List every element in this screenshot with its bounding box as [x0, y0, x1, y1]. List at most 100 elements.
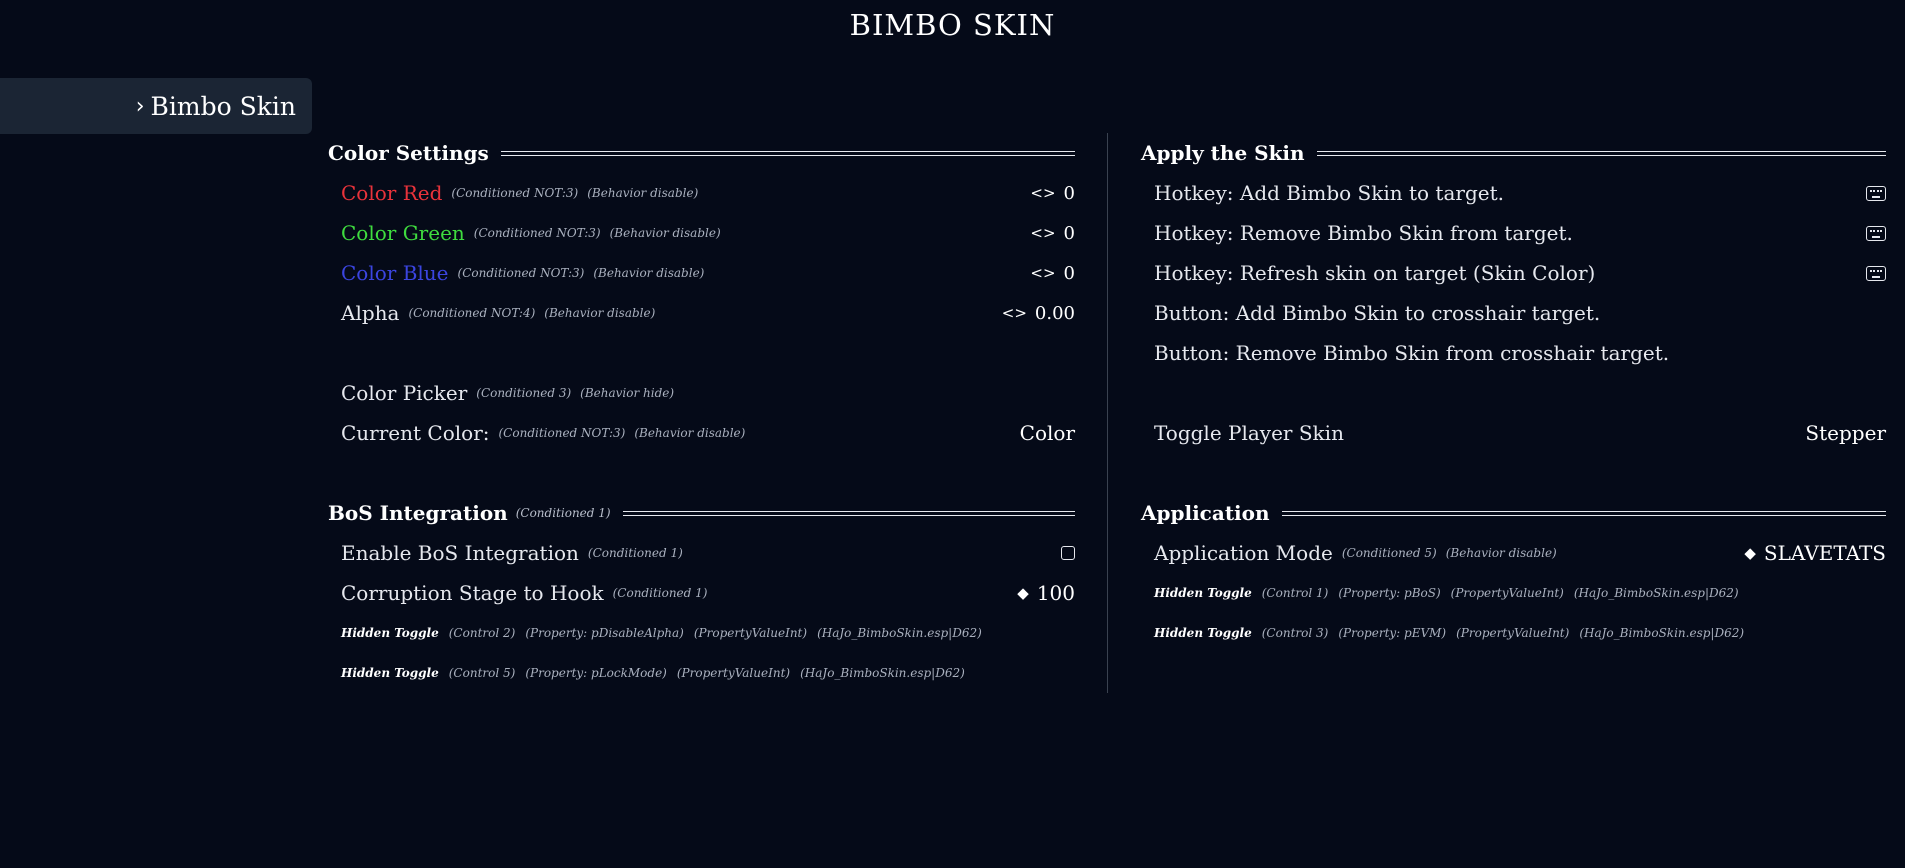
slider-color-blue[interactable]: Color Blue (Conditioned NOT:3) (Behavior…: [328, 253, 1075, 293]
section-header-color-settings: Color Settings: [328, 133, 1075, 173]
hidden-toggle-label: Hidden Toggle: [341, 626, 439, 640]
source-note: (HaJo_BimboSkin.esp|D62): [1573, 586, 1739, 600]
button-remove-crosshair[interactable]: Button: Remove Bimbo Skin from crosshair…: [1141, 333, 1886, 373]
behavior-note: (Behavior disable): [1445, 546, 1557, 560]
keymap-value: [1866, 185, 1886, 201]
value-text: SLAVETATS: [1763, 541, 1886, 565]
source-note: (HaJo_BimboSkin.esp|D62): [800, 666, 965, 680]
hidden-toggle: Hidden Toggle (Control 2) (Property: pDi…: [328, 613, 1075, 653]
option-label: Current Color:: [341, 421, 490, 445]
condition-note: (Conditioned NOT:3): [498, 426, 626, 440]
option-label: Color Green: [341, 221, 465, 245]
keyboard-icon: [1866, 265, 1886, 281]
section-rule: [1316, 150, 1886, 156]
keyboard-icon: [1866, 185, 1886, 201]
condition-note: (Conditioned 5): [1341, 546, 1437, 560]
property-note: (Property: pLockMode): [525, 666, 667, 680]
behavior-note: (Behavior disable): [544, 306, 656, 320]
menu-value: ◆ 100: [1017, 581, 1075, 605]
empty-row: [328, 333, 1075, 373]
source-note: (HaJo_BimboSkin.esp|D62): [817, 626, 982, 640]
condition-note: (Conditioned NOT:3): [457, 266, 585, 280]
slider-icon: <>: [1030, 264, 1056, 282]
option-label: Toggle Player Skin: [1154, 421, 1344, 445]
empty-row: [328, 453, 1075, 493]
chevron-right-icon: ›: [135, 93, 145, 119]
section-header-application: Application: [1141, 493, 1886, 533]
menu-corruption-stage[interactable]: Corruption Stage to Hook (Conditioned 1)…: [328, 573, 1075, 613]
empty-row: [1141, 373, 1886, 413]
property-note: (Property: pBoS): [1338, 586, 1441, 600]
slider-icon: <>: [1001, 304, 1027, 322]
checkbox[interactable]: [1061, 546, 1075, 560]
source-note: (HaJo_BimboSkin.esp|D62): [1579, 626, 1745, 640]
slider-color-green[interactable]: Color Green (Conditioned NOT:3) (Behavio…: [328, 213, 1075, 253]
color-picker[interactable]: Color Picker (Conditioned 3) (Behavior h…: [328, 373, 1075, 413]
type-note: (PropertyValueInt): [1450, 586, 1564, 600]
section-rule: [500, 150, 1075, 156]
hidden-toggle: Hidden Toggle (Control 5) (Property: pLo…: [328, 653, 1075, 693]
section-header-apply-skin: Apply the Skin: [1141, 133, 1886, 173]
value-text: 100: [1036, 581, 1075, 605]
page-title: BIMBO SKIN: [849, 8, 1056, 42]
value-text: 0: [1063, 222, 1075, 244]
section-title: Application: [1141, 501, 1270, 525]
keyboard-icon: [1866, 225, 1886, 241]
hidden-toggle-label: Hidden Toggle: [1154, 586, 1252, 600]
condition-note: (Conditioned 1): [612, 586, 708, 600]
diamond-icon: ◆: [1744, 544, 1756, 562]
section-title: BoS Integration: [328, 501, 508, 525]
section-title: Color Settings: [328, 141, 489, 165]
slider-alpha[interactable]: Alpha (Conditioned NOT:4) (Behavior disa…: [328, 293, 1075, 333]
control-note: (Control 3): [1261, 626, 1329, 640]
control-note: (Control 1): [1261, 586, 1329, 600]
stepper-toggle-player-skin[interactable]: Toggle Player Skin Stepper: [1141, 413, 1886, 453]
behavior-note: (Behavior disable): [593, 266, 705, 280]
section-rule: [1281, 510, 1886, 516]
hotkey-refresh-skin[interactable]: Hotkey: Refresh skin on target (Skin Col…: [1141, 253, 1886, 293]
value-text: 0: [1063, 262, 1075, 284]
hidden-toggle: Hidden Toggle (Control 3) (Property: pEV…: [1141, 613, 1886, 653]
menu-value: ◆ SLAVETATS: [1744, 541, 1886, 565]
behavior-note: (Behavior disable): [587, 186, 699, 200]
keymap-value: [1866, 225, 1886, 241]
sidebar-item-bimbo-skin[interactable]: › Bimbo Skin: [0, 78, 312, 134]
option-label: Hotkey: Remove Bimbo Skin from target.: [1154, 221, 1573, 245]
keymap-value: [1866, 265, 1886, 281]
hidden-toggle-label: Hidden Toggle: [1154, 626, 1252, 640]
toggle-enable-bos[interactable]: Enable BoS Integration (Conditioned 1): [328, 533, 1075, 573]
slider-icon: <>: [1030, 224, 1056, 242]
stepper-value: Stepper: [1805, 421, 1886, 445]
section-header-bos-integration: BoS Integration (Conditioned 1): [328, 493, 1075, 533]
slider-value: <> 0.00: [1002, 303, 1075, 324]
button-add-crosshair[interactable]: Button: Add Bimbo Skin to crosshair targ…: [1141, 293, 1886, 333]
section-note: (Conditioned 1): [515, 506, 611, 520]
behavior-note: (Behavior disable): [634, 426, 746, 440]
option-label: Button: Remove Bimbo Skin from crosshair…: [1154, 341, 1670, 365]
control-note: (Control 2): [448, 626, 516, 640]
value-text: 0.00: [1034, 302, 1075, 324]
control-note: (Control 5): [448, 666, 516, 680]
type-note: (PropertyValueInt): [693, 626, 808, 640]
condition-note: (Conditioned NOT:3): [473, 226, 601, 240]
slider-value: <> 0: [1030, 183, 1075, 204]
left-column: Color Settings Color Red (Conditioned NO…: [328, 133, 1075, 693]
hotkey-add-skin[interactable]: Hotkey: Add Bimbo Skin to target.: [1141, 173, 1886, 213]
current-color-option[interactable]: Current Color: (Conditioned NOT:3) (Beha…: [328, 413, 1075, 453]
hotkey-remove-skin[interactable]: Hotkey: Remove Bimbo Skin from target.: [1141, 213, 1886, 253]
behavior-note: (Behavior disable): [609, 226, 721, 240]
column-divider: [1107, 133, 1108, 693]
hidden-toggle: Hidden Toggle (Control 1) (Property: pBo…: [1141, 573, 1886, 613]
sidebar-item-label: Bimbo Skin: [150, 91, 296, 121]
condition-note: (Conditioned 3): [476, 386, 572, 400]
option-label: Enable BoS Integration: [341, 541, 579, 565]
condition-note: (Conditioned NOT:3): [451, 186, 579, 200]
option-label: Hotkey: Add Bimbo Skin to target.: [1154, 181, 1504, 205]
value-text: 0: [1063, 182, 1075, 204]
menu-application-mode[interactable]: Application Mode (Conditioned 5) (Behavi…: [1141, 533, 1886, 573]
option-label: Alpha: [341, 301, 400, 325]
mcm-page: BIMBO SKIN › Bimbo Skin Color Settings C…: [0, 0, 1905, 868]
behavior-note: (Behavior hide): [580, 386, 675, 400]
color-value: Color: [1019, 421, 1075, 445]
slider-color-red[interactable]: Color Red (Conditioned NOT:3) (Behavior …: [328, 173, 1075, 213]
